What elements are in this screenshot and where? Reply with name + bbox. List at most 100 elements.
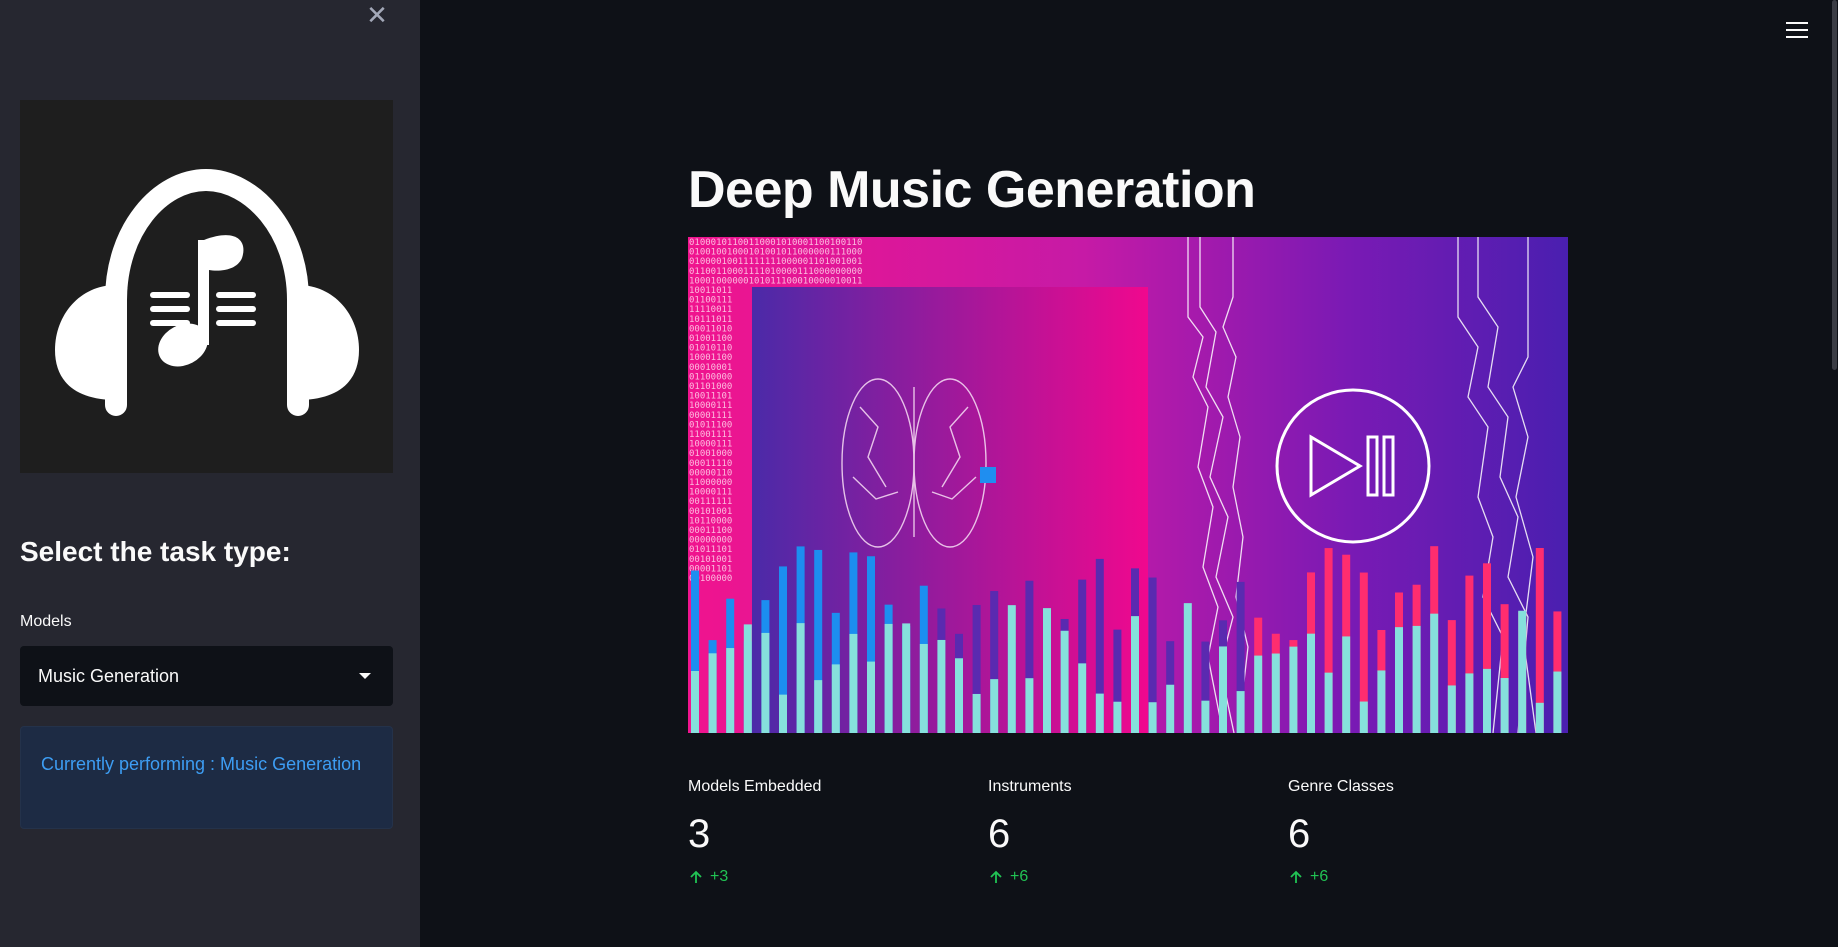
binary-decoration: 00010001 (689, 363, 732, 373)
menu-icon[interactable] (1786, 22, 1808, 42)
equalizer-bar-front (779, 694, 787, 733)
binary-decoration: 00001111 (689, 411, 732, 421)
arrow-up-icon (1290, 870, 1302, 883)
equalizer-bar-front (1236, 691, 1245, 733)
metric-delta: +3 (688, 868, 968, 886)
equalizer-bar-front (1289, 646, 1298, 733)
binary-decoration: 00000110 (689, 468, 732, 478)
model-select[interactable]: Music Generation (20, 646, 393, 706)
equalizer-bar-front (1060, 630, 1069, 733)
chevron-down-icon (359, 673, 371, 679)
binary-decoration: 11110011 (689, 305, 732, 315)
equalizer-bar-front (814, 680, 823, 733)
equalizer-bar-front (1395, 627, 1403, 733)
metric-delta-text: +6 (1310, 868, 1329, 885)
binary-decoration: 01000010011111111000001101001001 (689, 257, 862, 267)
binary-decoration: 00101001 (689, 555, 732, 565)
binary-decoration: 00011100 (689, 526, 732, 536)
equalizer-bar-front (831, 664, 840, 733)
binary-decoration: 10001100 (689, 353, 732, 363)
binary-decoration: 10011011 (689, 286, 732, 296)
equalizer-bar-front (972, 693, 981, 733)
info-text: Currently performing : Music Generation (41, 754, 362, 774)
equalizer-bar-front (1377, 670, 1386, 733)
equalizer-bar-front (1324, 672, 1333, 733)
metric-delta-text: +6 (1010, 868, 1029, 885)
equalizer-bar-front (726, 648, 735, 733)
metric-value: 6 (988, 812, 1011, 856)
equalizer-bar-front (1553, 671, 1562, 733)
sidebar-heading: Select the task type: (20, 536, 291, 567)
binary-decoration: 10000111 (689, 440, 732, 450)
metric-delta: +6 (1288, 868, 1568, 886)
equalizer-bar-front (1113, 701, 1122, 733)
equalizer-bar-front (1535, 702, 1544, 733)
binary-decoration: 01100111 (689, 296, 732, 306)
equalizer-bar-front (1043, 608, 1051, 733)
equalizer-bar-front (955, 658, 963, 733)
binary-decoration: 01011101 (689, 545, 732, 555)
binary-decoration: 10111011 (689, 315, 732, 325)
equalizer-bar-front (990, 679, 999, 733)
binary-decoration: 11001111 (689, 430, 732, 440)
binary-decoration: 01001001000101001011000000111000 (689, 248, 862, 258)
page-title: Deep Music Generation (688, 161, 1256, 219)
binary-decoration: 10000111 (689, 488, 732, 498)
arrow-up-icon (690, 870, 702, 883)
binary-decoration: 10011101 (689, 392, 732, 402)
binary-decoration: 10110000 (689, 516, 732, 526)
equalizer-bar-front (743, 624, 752, 733)
binary-decoration: 01000101100110001010001100100110 (689, 238, 862, 248)
equalizer-bar-front (1359, 701, 1368, 733)
equalizer-bar-front (708, 653, 717, 733)
equalizer-bar-front (1201, 700, 1210, 733)
metric-models-embedded: Models Embedded 3 +3 (688, 778, 968, 886)
metric-label: Genre Classes (1288, 778, 1394, 795)
binary-decoration: 00011010 (689, 324, 732, 334)
equalizer-bar-front (1412, 625, 1421, 733)
metric-delta-text: +3 (710, 868, 729, 885)
metric-label: Models Embedded (688, 778, 822, 795)
equalizer-bar-front (849, 633, 858, 733)
select-label: Models (20, 613, 72, 630)
binary-decoration: 01001100 (689, 334, 732, 344)
select-value: Music Generation (38, 666, 180, 686)
sidebar: ✕ Select the task type: Models Music Gen… (0, 0, 420, 947)
scrollbar[interactable] (1830, 0, 1838, 380)
equalizer-bar-front (1518, 610, 1527, 733)
equalizer-bar-front (1078, 663, 1087, 733)
metric-instruments: Instruments 6 +6 (988, 778, 1268, 886)
equalizer-bar-front (1131, 616, 1139, 733)
binary-decoration: 01001000 (689, 449, 732, 459)
equalizer-bar-front (1465, 673, 1474, 733)
close-icon[interactable]: ✕ (366, 2, 388, 28)
equalizer-bar-front (761, 632, 770, 733)
equalizer-bar-front (1166, 684, 1175, 733)
equalizer-bar-front (1219, 646, 1227, 733)
metric-value: 6 (1288, 812, 1311, 856)
equalizer-bar-front (1342, 636, 1351, 733)
equalizer-bar-front (1007, 605, 1016, 733)
metric-genre-classes: Genre Classes 6 +6 (1288, 778, 1568, 886)
binary-decoration: 01100110001111010000111000000000 (689, 267, 862, 277)
metric-value: 3 (688, 812, 711, 856)
arrow-up-icon (990, 870, 1002, 883)
binary-decoration: 01010110 (689, 344, 732, 354)
equalizer-bar-front (1148, 702, 1157, 733)
binary-decoration: 00011110 (689, 459, 732, 469)
equalizer-bar-front (1430, 613, 1439, 733)
equalizer-bar-front (884, 623, 893, 733)
binary-decoration: 01100000 (689, 372, 732, 382)
equalizer-bar-front (1095, 693, 1104, 733)
binary-decoration: 01101000 (689, 382, 732, 392)
binary-decoration: 00111111 (689, 497, 732, 507)
equalizer-bar-front (796, 623, 805, 733)
binary-decoration: 01011100 (689, 420, 732, 430)
equalizer-bar-front (919, 643, 928, 733)
equalizer-bar-front (1183, 603, 1192, 733)
headphones-music-icon (20, 100, 393, 473)
binary-decoration: 00101001 (689, 507, 732, 517)
scrollbar-thumb[interactable] (1832, 0, 1837, 370)
metric-delta: +6 (988, 868, 1268, 886)
binary-decoration: 10000111 (689, 401, 732, 411)
